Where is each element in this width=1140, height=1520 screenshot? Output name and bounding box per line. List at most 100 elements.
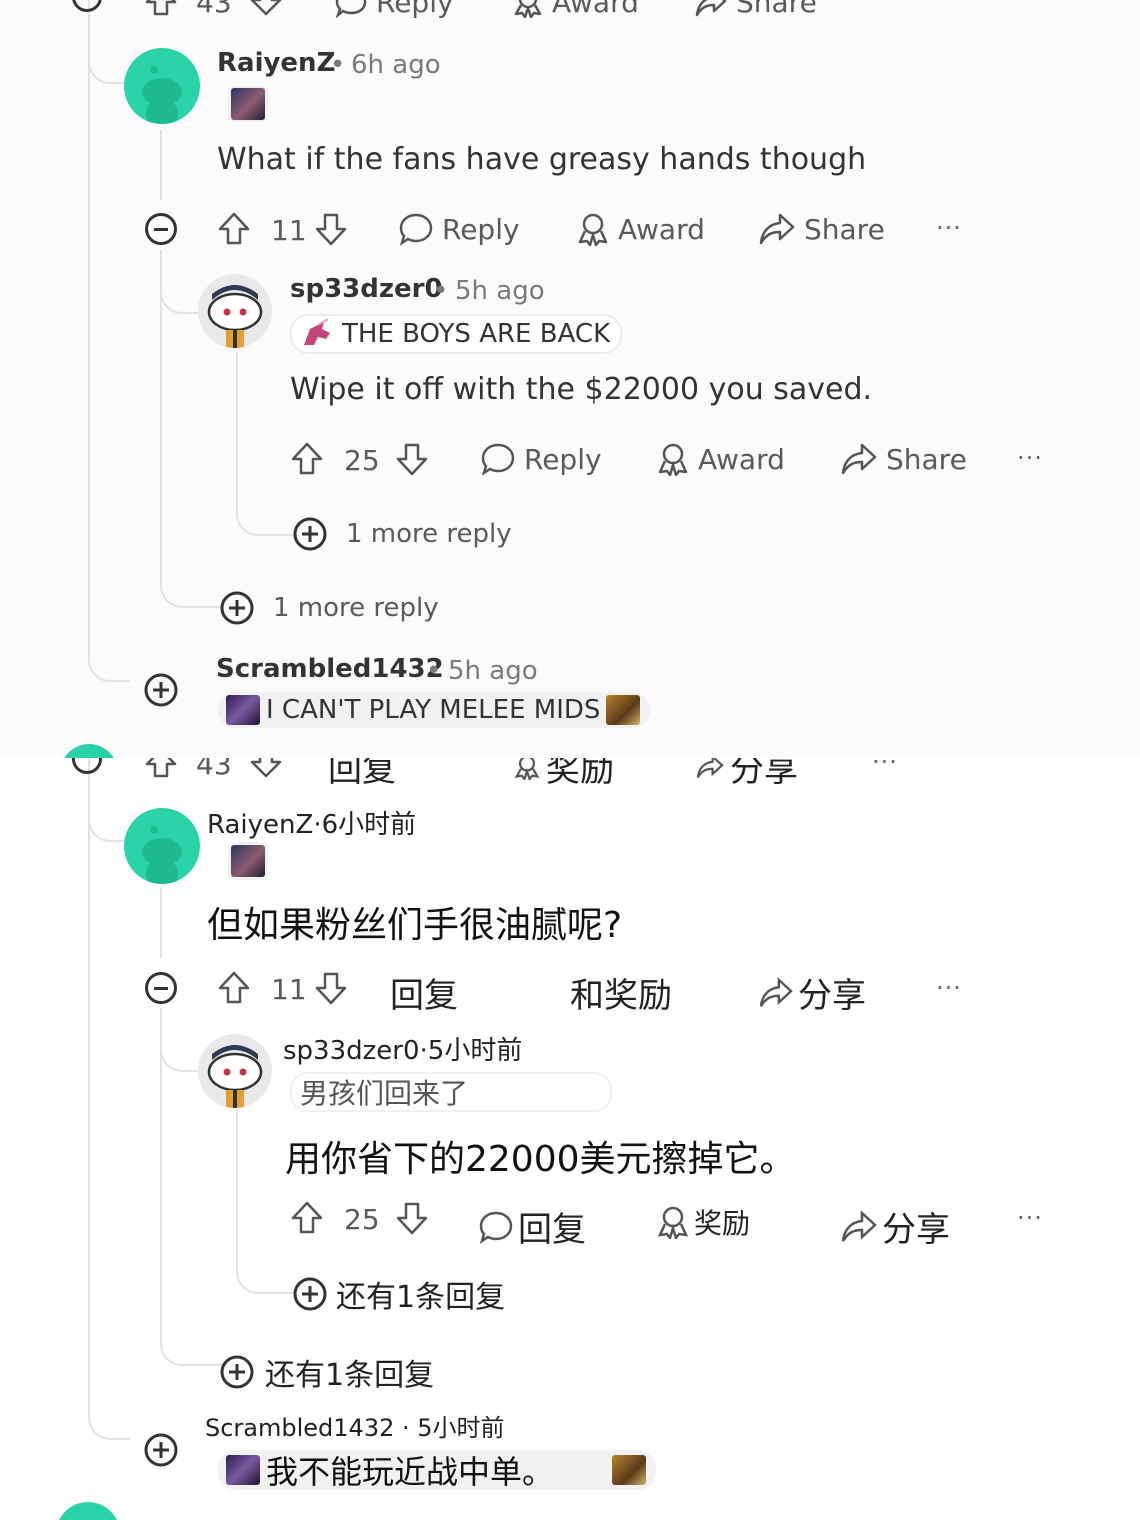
award-button[interactable]: 奖励 bbox=[512, 758, 614, 791]
share-button[interactable]: 分享 bbox=[694, 758, 798, 791]
downvote-icon[interactable] bbox=[250, 0, 282, 20]
user-flair: 我不能玩近战中单。 bbox=[218, 1450, 656, 1491]
expand-button[interactable] bbox=[143, 1432, 179, 1472]
plus-circle-icon bbox=[220, 1355, 254, 1389]
more-replies-button[interactable]: 1 more reply bbox=[292, 516, 512, 552]
more-options-icon[interactable]: ··· bbox=[1017, 444, 1043, 472]
more-options-icon[interactable]: ··· bbox=[936, 974, 962, 1002]
avatar[interactable] bbox=[124, 48, 200, 124]
reply-button[interactable]: 回复 bbox=[478, 1202, 586, 1251]
unicorn-emoji-icon bbox=[304, 319, 330, 345]
separator-dot: • bbox=[330, 50, 346, 80]
separator-dot: • bbox=[433, 276, 449, 306]
thread-curve bbox=[88, 20, 126, 84]
avatar[interactable] bbox=[60, 744, 118, 758]
reply-button[interactable]: 回复 bbox=[390, 968, 458, 1017]
expand-button[interactable] bbox=[143, 672, 179, 712]
username[interactable]: sp33dzer0 bbox=[290, 274, 443, 304]
upvote-icon[interactable] bbox=[145, 0, 177, 20]
separator-dot: • bbox=[426, 656, 442, 686]
flair-image bbox=[612, 1455, 646, 1485]
comment-body: 用你省下的22000美元擦掉它。 bbox=[285, 1139, 796, 1180]
award-button[interactable]: 和奖励 bbox=[570, 968, 672, 1017]
score: 11 bbox=[271, 973, 307, 1006]
share-icon bbox=[696, 758, 724, 778]
plus-circle-icon bbox=[293, 517, 327, 551]
share-button[interactable]: 分享 bbox=[758, 968, 866, 1017]
award-button[interactable]: Award bbox=[512, 0, 639, 19]
share-button[interactable]: 分享 bbox=[840, 1202, 950, 1251]
flair-image bbox=[226, 695, 260, 725]
comment-header[interactable]: sp33dzer0·5小时前 bbox=[283, 1030, 522, 1067]
thread-line bbox=[160, 130, 162, 200]
comment-header[interactable]: RaiyenZ·6小时前 bbox=[207, 804, 416, 841]
reply-button[interactable]: Reply bbox=[334, 0, 454, 19]
more-replies-button[interactable]: 1 more reply bbox=[219, 590, 439, 626]
collapse-button[interactable] bbox=[72, 0, 102, 12]
more-replies-button[interactable]: 还有1条回复 bbox=[219, 1350, 434, 1394]
more-options-icon[interactable]: ··· bbox=[936, 214, 962, 242]
collapse-button[interactable] bbox=[72, 758, 102, 774]
plus-circle-icon bbox=[293, 1277, 327, 1311]
award-button[interactable]: Award bbox=[656, 442, 785, 476]
downvote-icon[interactable] bbox=[250, 758, 282, 782]
thread-line bbox=[88, 758, 90, 1398]
avatar[interactable] bbox=[198, 1034, 272, 1108]
award-icon bbox=[514, 0, 542, 18]
share-icon bbox=[841, 443, 877, 475]
upvote-icon[interactable] bbox=[218, 212, 250, 250]
username[interactable]: RaiyenZ bbox=[217, 48, 335, 78]
thread-curve bbox=[88, 600, 130, 682]
collapse-button[interactable] bbox=[145, 213, 177, 245]
username[interactable]: Scrambled1432 bbox=[216, 654, 444, 684]
timestamp: 5h ago bbox=[448, 656, 538, 686]
upvote-icon[interactable] bbox=[145, 758, 177, 782]
score: 43 bbox=[196, 0, 232, 19]
award-icon bbox=[514, 758, 540, 780]
user-flair: 男孩们回来了 bbox=[290, 1072, 612, 1112]
award-button[interactable]: Award bbox=[576, 212, 705, 246]
flair-image bbox=[226, 1455, 260, 1485]
downvote-icon[interactable] bbox=[315, 212, 347, 250]
downvote-icon[interactable] bbox=[396, 1201, 428, 1239]
downvote-icon[interactable] bbox=[396, 442, 428, 480]
collapse-button[interactable] bbox=[145, 972, 177, 1004]
more-options-icon[interactable]: ··· bbox=[872, 0, 898, 12]
upvote-icon[interactable] bbox=[218, 971, 250, 1009]
reply-button[interactable]: Reply bbox=[480, 442, 602, 476]
chat-bubble-icon bbox=[479, 1211, 513, 1244]
thread-curve bbox=[88, 778, 126, 842]
comment-body: 但如果粉丝们手很油腻呢? bbox=[207, 905, 623, 946]
chat-bubble-icon bbox=[399, 213, 433, 246]
avatar[interactable] bbox=[124, 808, 200, 884]
thread-line bbox=[160, 888, 162, 958]
share-button[interactable]: Share bbox=[840, 442, 967, 476]
comment-header[interactable]: Scrambled1432 · 5小时前 bbox=[205, 1408, 505, 1443]
upvote-icon[interactable] bbox=[291, 1201, 323, 1239]
avatar[interactable] bbox=[56, 1502, 120, 1520]
share-button[interactable]: Share bbox=[758, 212, 885, 246]
upvote-icon[interactable] bbox=[291, 442, 323, 480]
share-icon bbox=[841, 1209, 877, 1242]
flair-image bbox=[231, 88, 265, 120]
user-flair: THE BOYS ARE BACK bbox=[290, 314, 623, 354]
score: 25 bbox=[344, 444, 380, 477]
score: 25 bbox=[344, 1203, 380, 1236]
award-icon bbox=[578, 213, 608, 246]
more-options-icon[interactable]: ··· bbox=[1017, 1204, 1043, 1232]
share-icon bbox=[759, 213, 795, 245]
more-options-icon[interactable]: ··· bbox=[872, 758, 898, 776]
comment-body: What if the fans have greasy hands thoug… bbox=[217, 142, 867, 177]
chat-bubble-icon bbox=[335, 0, 367, 18]
downvote-icon[interactable] bbox=[315, 971, 347, 1009]
plus-circle-icon bbox=[144, 1433, 178, 1467]
avatar[interactable] bbox=[198, 274, 272, 348]
award-button[interactable]: 奖励 bbox=[656, 1202, 750, 1242]
reply-button[interactable]: 回复 bbox=[328, 758, 396, 791]
english-comment-panel: 43 Reply Award Share ··· RaiyenZ • 6h ag… bbox=[0, 0, 1140, 758]
reply-button[interactable]: Reply bbox=[398, 212, 520, 246]
share-button[interactable]: Share bbox=[694, 0, 817, 19]
comment-body: Wipe it off with the $22000 you saved. bbox=[290, 372, 873, 407]
thread-curve bbox=[88, 1358, 130, 1440]
more-replies-button[interactable]: 还有1条回复 bbox=[292, 1272, 505, 1316]
